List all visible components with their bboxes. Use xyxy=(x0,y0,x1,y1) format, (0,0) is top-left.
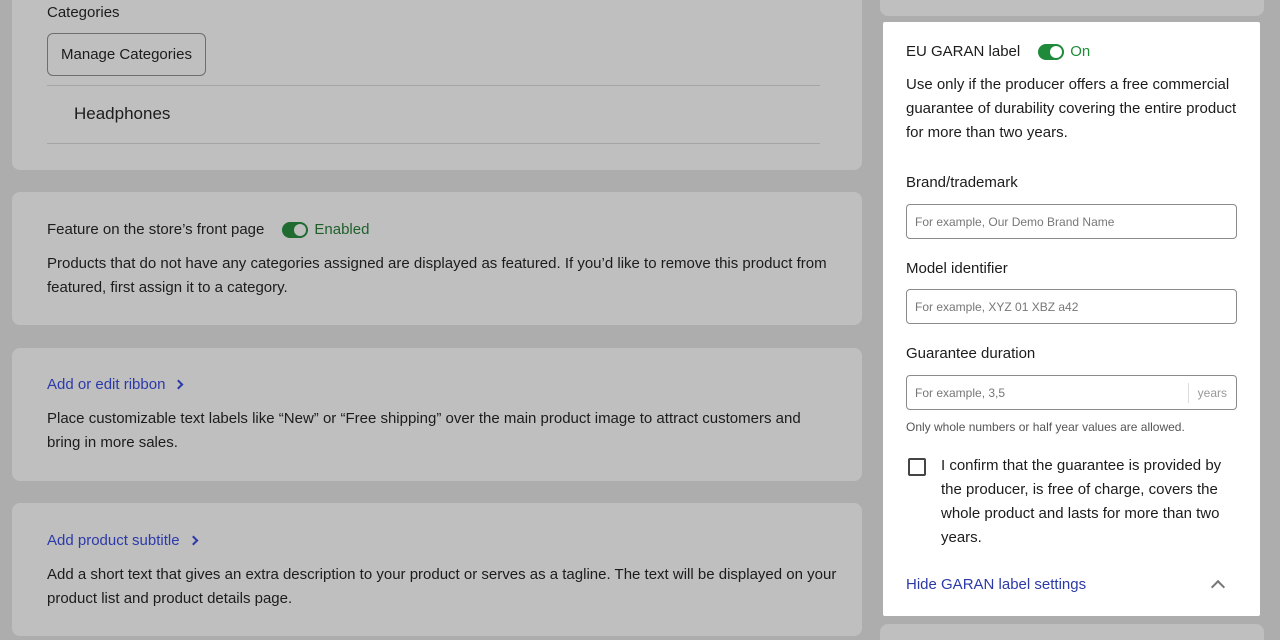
duration-field: years xyxy=(906,375,1237,410)
confirm-checkbox[interactable] xyxy=(908,458,926,476)
subtitle-link[interactable]: Add product subtitle xyxy=(47,532,199,549)
brand-input[interactable] xyxy=(906,204,1237,239)
right-card-above xyxy=(880,0,1264,16)
garan-label: EU GARAN label xyxy=(906,43,1021,60)
manage-categories-button[interactable]: Manage Categories xyxy=(47,33,206,76)
duration-input[interactable] xyxy=(907,376,1188,409)
ribbon-description: Place customizable text labels like “New… xyxy=(47,410,801,451)
featured-status: Enabled xyxy=(314,221,370,238)
garan-header: EU GARAN label On xyxy=(906,43,1090,60)
ribbon-link[interactable]: Add or edit ribbon xyxy=(47,376,184,393)
categories-title: Categories xyxy=(47,4,120,21)
divider xyxy=(47,85,820,86)
garan-panel: EU GARAN label On Use only if the produc… xyxy=(883,22,1260,616)
model-input[interactable] xyxy=(906,289,1237,324)
chevron-right-icon xyxy=(188,535,199,546)
garan-description: Use only if the producer offers a free c… xyxy=(906,76,1237,141)
confirm-text: I confirm that the guarantee is provided… xyxy=(941,457,1222,546)
featured-row: Feature on the store’s front page Enable… xyxy=(47,221,369,238)
duration-suffix: years xyxy=(1187,382,1236,403)
garan-status: On xyxy=(1070,43,1091,60)
garan-toggle[interactable] xyxy=(1038,43,1065,60)
ribbon-link-label: Add or edit ribbon xyxy=(47,376,166,393)
hide-garan-settings-link[interactable]: Hide GARAN label settings xyxy=(906,576,1086,593)
duration-label: Guarantee duration xyxy=(906,345,1036,362)
duration-hint: Only whole numbers or half year values a… xyxy=(906,420,1185,434)
featured-label: Feature on the store’s front page xyxy=(47,221,265,238)
chevron-right-icon xyxy=(173,379,184,390)
subtitle-link-label: Add product subtitle xyxy=(47,532,180,549)
subtitle-description: Add a short text that gives an extra des… xyxy=(47,566,837,607)
category-item-headphones: Headphones xyxy=(74,104,171,123)
chevron-up-icon[interactable] xyxy=(1210,579,1226,595)
featured-toggle[interactable] xyxy=(282,221,309,238)
brand-label: Brand/trademark xyxy=(906,174,1018,191)
featured-description: Products that do not have any categories… xyxy=(47,255,827,296)
divider xyxy=(47,143,820,144)
model-label: Model identifier xyxy=(906,260,1008,277)
right-card-below xyxy=(880,624,1264,640)
